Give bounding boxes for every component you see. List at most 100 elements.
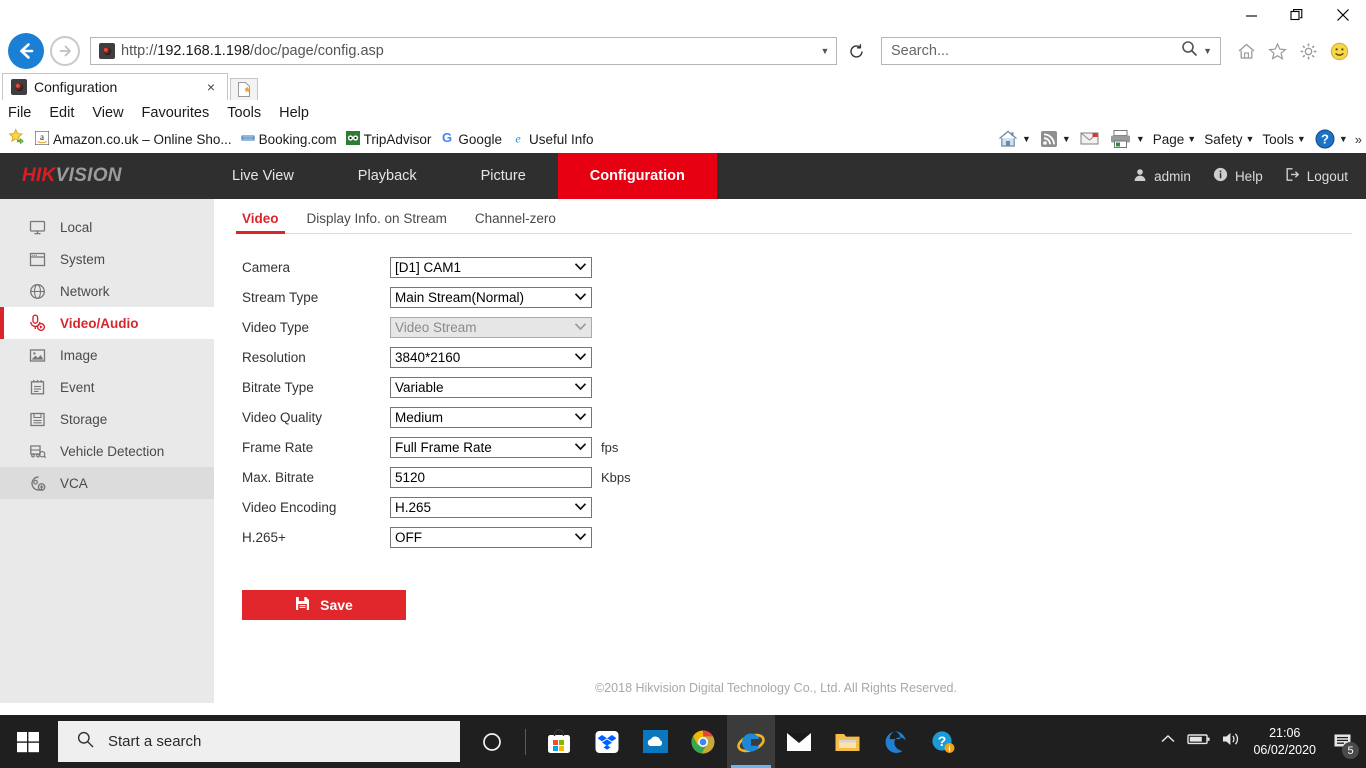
taskbar-search-input[interactable]: Start a search [108, 733, 201, 750]
gear-icon[interactable] [1295, 37, 1321, 65]
command-tools-button[interactable]: Tools▼ [1259, 132, 1308, 147]
browser-tab[interactable]: Configuration × [2, 73, 228, 100]
form-row-video-encoding: Video Encoding H.265 [242, 492, 1366, 522]
sidebar-item-event[interactable]: Event [0, 371, 214, 403]
picture-icon [28, 346, 46, 364]
sidebar-item-storage[interactable]: Storage [0, 403, 214, 435]
address-bar[interactable]: http://192.168.1.198/doc/page/config.asp… [90, 37, 837, 65]
address-dropdown-icon[interactable]: ▼ [814, 46, 836, 56]
command-mail-button[interactable] [1076, 130, 1104, 148]
cortana-icon[interactable] [468, 715, 516, 768]
command-help-button[interactable]: ? ▼ [1311, 128, 1351, 150]
menu-edit[interactable]: Edit [49, 105, 74, 121]
chevron-up-icon[interactable] [1159, 732, 1177, 751]
tab-video[interactable]: Video [242, 211, 279, 233]
minimize-button[interactable] [1228, 0, 1274, 30]
sidebar-item-vehicle-detection[interactable]: Vehicle Detection [0, 435, 214, 467]
hikvision-logo: HIKVISION [0, 153, 200, 199]
notification-center-button[interactable]: 5 [1326, 715, 1360, 768]
menu-file[interactable]: File [8, 105, 31, 121]
nav-picture[interactable]: Picture [449, 153, 558, 199]
menu-favourites[interactable]: Favourites [142, 105, 210, 121]
resolution-select[interactable]: 3840*2160 [390, 347, 592, 368]
favourite-google[interactable]: G Google [440, 131, 502, 148]
sidebar-item-local-label: Local [60, 220, 92, 235]
help-link[interactable]: Help [1213, 167, 1263, 185]
favorites-star-icon[interactable] [1264, 37, 1290, 65]
taskbar-search-box[interactable]: Start a search [58, 721, 460, 762]
bitrate-type-select[interactable]: Variable [390, 377, 592, 398]
restore-button[interactable] [1274, 0, 1320, 30]
favourites-star-badge-icon[interactable] [8, 128, 26, 151]
command-print-button[interactable]: ▼ [1106, 129, 1148, 149]
sidebar-item-video-audio-label: Video/Audio [60, 316, 139, 331]
tab-display-info-on-stream[interactable]: Display Info. on Stream [307, 211, 447, 233]
browser-search-box[interactable]: Search... ▼ [881, 37, 1221, 65]
nav-configuration[interactable]: Configuration [558, 153, 717, 199]
battery-icon[interactable] [1187, 732, 1211, 751]
user-account[interactable]: admin [1133, 168, 1191, 185]
sidebar-item-local[interactable]: Local [0, 211, 214, 243]
home-icon[interactable] [1233, 37, 1259, 65]
command-page-button[interactable]: Page▼ [1150, 132, 1199, 147]
camera-select[interactable]: [D1] CAM1 [390, 257, 592, 278]
menu-view[interactable]: View [92, 105, 123, 121]
sidebar-item-vca[interactable]: VCA [0, 467, 214, 499]
favourite-amazon[interactable]: a Amazon.co.uk – Online Sho... [35, 131, 232, 148]
stream-type-select[interactable]: Main Stream(Normal) [390, 287, 592, 308]
close-button[interactable] [1320, 0, 1366, 30]
command-bar: ▼ ▼ [994, 128, 1362, 150]
microsoft-store-icon[interactable] [535, 715, 583, 768]
favourite-useful-info[interactable]: e Useful Info [511, 131, 594, 148]
favourite-tripadvisor[interactable]: TripAdvisor [346, 131, 432, 148]
video-type-select: Video Stream [390, 317, 592, 338]
search-input[interactable]: Search... [891, 43, 1180, 59]
form-row-video-type: Video Type Video Stream [242, 312, 1366, 342]
clock-time: 21:06 [1253, 725, 1316, 742]
h265plus-select[interactable]: OFF [390, 527, 592, 548]
nav-live-view[interactable]: Live View [200, 153, 326, 199]
tab-favicon-icon [11, 79, 27, 95]
site-favicon-icon [99, 43, 115, 59]
nav-playback[interactable]: Playback [326, 153, 449, 199]
command-home-button[interactable]: ▼ [994, 129, 1034, 149]
logout-link[interactable]: Logout [1285, 167, 1348, 185]
sidebar-item-image[interactable]: Image [0, 339, 214, 371]
tab-close-icon[interactable]: × [203, 79, 219, 95]
sidebar-item-system[interactable]: System [0, 243, 214, 275]
search-dropdown-icon[interactable]: ▼ [1203, 46, 1212, 56]
search-icon[interactable] [1180, 39, 1199, 63]
get-help-icon[interactable]: ? i [919, 715, 967, 768]
feedback-smiley-icon[interactable] [1326, 37, 1352, 65]
frame-rate-select[interactable]: Full Frame Rate [390, 437, 592, 458]
clipboard-icon [28, 378, 46, 396]
command-safety-button[interactable]: Safety▼ [1201, 132, 1257, 147]
max-bitrate-input[interactable] [390, 467, 592, 488]
new-tab-button[interactable] [230, 78, 258, 100]
onedrive-icon[interactable] [631, 715, 679, 768]
forward-button[interactable] [50, 36, 80, 66]
file-explorer-icon[interactable] [823, 715, 871, 768]
microsoft-edge-icon[interactable] [871, 715, 919, 768]
refresh-button[interactable] [841, 37, 871, 65]
video-encoding-select[interactable]: H.265 [390, 497, 592, 518]
favourite-booking[interactable]: Booking.com [241, 131, 337, 148]
start-button[interactable] [0, 715, 56, 768]
volume-icon[interactable] [1221, 730, 1243, 753]
sidebar-item-image-label: Image [60, 348, 98, 363]
mail-icon[interactable] [775, 715, 823, 768]
chrome-icon[interactable] [679, 715, 727, 768]
menu-tools[interactable]: Tools [227, 105, 261, 121]
tab-channel-zero[interactable]: Channel-zero [475, 211, 556, 233]
command-feeds-button[interactable]: ▼ [1036, 129, 1074, 149]
dropbox-icon[interactable] [583, 715, 631, 768]
internet-explorer-icon[interactable] [727, 715, 775, 768]
save-button[interactable]: Save [242, 590, 406, 620]
video-quality-select[interactable]: Medium [390, 407, 592, 428]
menu-help[interactable]: Help [279, 105, 309, 121]
sidebar-item-network[interactable]: Network [0, 275, 214, 307]
back-button[interactable] [8, 33, 44, 69]
sidebar-item-video-audio[interactable]: Video/Audio [0, 307, 214, 339]
taskbar-clock[interactable]: 21:06 06/02/2020 [1253, 725, 1316, 759]
command-bar-overflow-icon[interactable]: » [1355, 132, 1362, 147]
